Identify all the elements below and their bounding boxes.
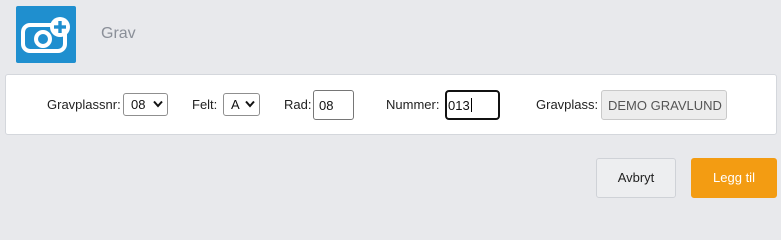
page-title: Grav (101, 25, 136, 42)
gravplass-value: DEMO GRAVLUND (608, 98, 722, 113)
grave-form-panel: Gravplassnr: 08 Felt: A Rad: 08 Nummer: … (5, 74, 777, 135)
cancel-button[interactable]: Avbryt (596, 158, 676, 198)
camera-plus-icon (21, 17, 70, 53)
rad-value: 08 (319, 98, 334, 113)
add-button[interactable]: Legg til (691, 158, 777, 198)
chevron-down-icon (153, 100, 163, 108)
felt-label: Felt: (192, 97, 218, 112)
rad-label: Rad: (284, 97, 312, 112)
felt-value: A (231, 97, 240, 112)
gravplassnr-value: 08 (131, 97, 146, 112)
text-caret (470, 98, 472, 112)
app-logo (16, 6, 76, 63)
nummer-input[interactable]: 013 (445, 90, 500, 120)
nummer-value: 013 (448, 98, 472, 113)
gravplass-label: Gravplass: (536, 97, 599, 112)
nummer-label: Nummer: (386, 97, 440, 112)
felt-select[interactable]: A (223, 93, 260, 116)
chevron-down-icon (245, 100, 255, 108)
gravplassnr-label: Gravplassnr: (47, 97, 121, 112)
rad-input[interactable]: 08 (313, 90, 354, 120)
gravplassnr-select[interactable]: 08 (123, 93, 168, 116)
gravplass-input: DEMO GRAVLUND (601, 90, 727, 120)
